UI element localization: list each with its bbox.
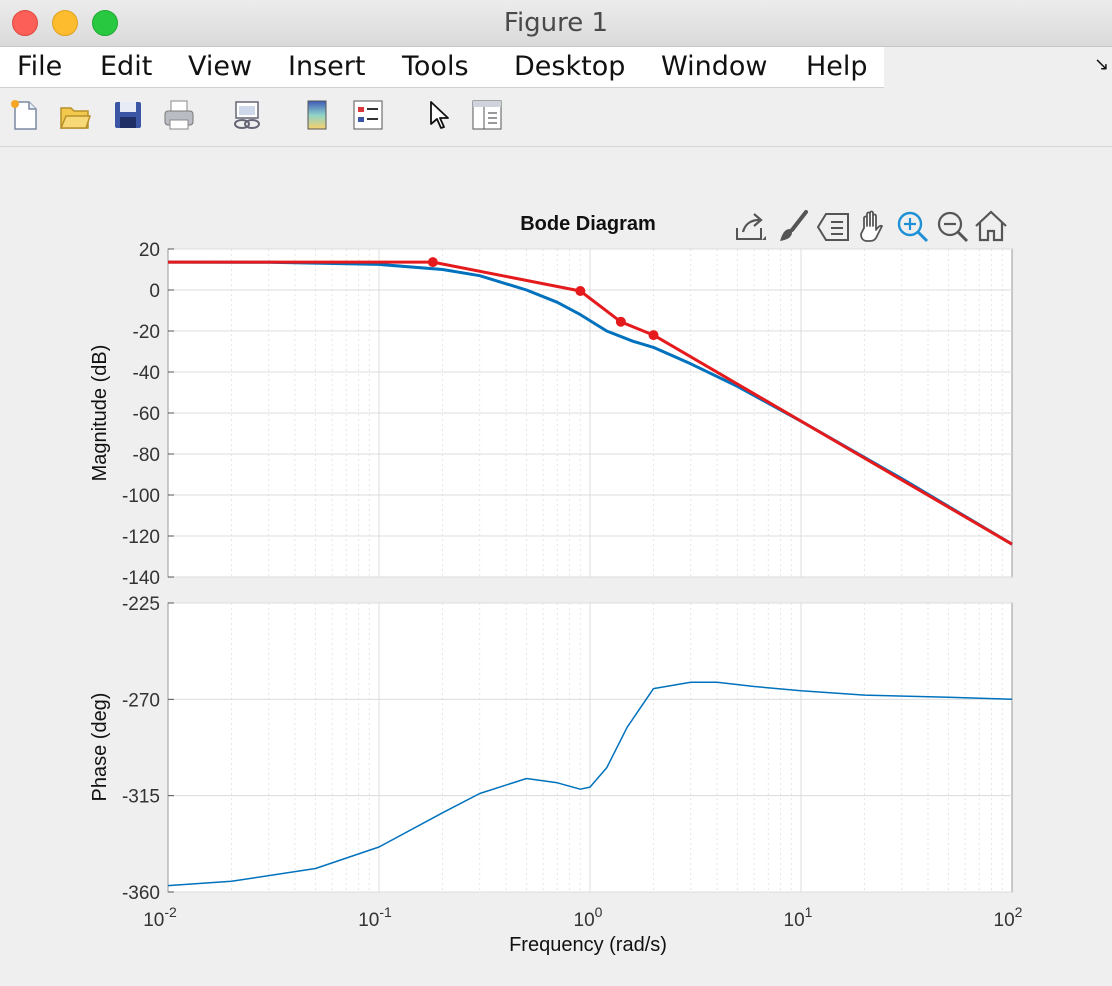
x-tick-label: 10-2: [143, 904, 177, 931]
y-tick-label: -40: [133, 363, 160, 384]
x-axis-label: Frequency (rad/s): [509, 934, 667, 956]
chart-title: Bode Diagram: [520, 213, 656, 235]
magnitude-axes[interactable]: 20 0 -20 -40 -60 -80 -100 -120 -140: [122, 240, 1013, 589]
breakpoint-marker[interactable]: [575, 286, 586, 297]
y-tick-label: -225: [122, 594, 160, 615]
y-tick-label: 0: [149, 281, 160, 302]
bode-figure: Bode Diagram 20 0 -20 -40 -60 -80 -100 -120 -140…: [89, 213, 1023, 956]
y-tick-label: -120: [122, 527, 160, 548]
x-tick-label: 102: [994, 904, 1023, 931]
y-tick-label: -140: [122, 568, 160, 589]
y-tick-label: -315: [122, 787, 160, 808]
breakpoint-marker[interactable]: [615, 316, 626, 327]
phase-ylabel: Phase (deg): [89, 693, 111, 802]
x-tick-label: 101: [784, 904, 813, 931]
y-tick-label: 20: [139, 240, 160, 261]
y-tick-label: -360: [122, 883, 160, 904]
y-tick-label: -60: [133, 404, 160, 425]
y-tick-label: -270: [122, 690, 160, 711]
y-tick-label: -80: [133, 445, 160, 466]
x-tick-label: 10-1: [358, 904, 392, 931]
phase-axes[interactable]: -225 -270 -315 -360: [122, 594, 1013, 904]
y-tick-label: -20: [133, 322, 160, 343]
breakpoint-marker[interactable]: [427, 257, 438, 268]
x-tick-label: 100: [574, 904, 603, 931]
x-tick-labels: 10-2 10-1 100 101 102: [143, 904, 1022, 931]
breakpoint-marker[interactable]: [648, 330, 659, 341]
magnitude-ylabel: Magnitude (dB): [89, 345, 111, 482]
y-tick-label: -100: [122, 486, 160, 507]
